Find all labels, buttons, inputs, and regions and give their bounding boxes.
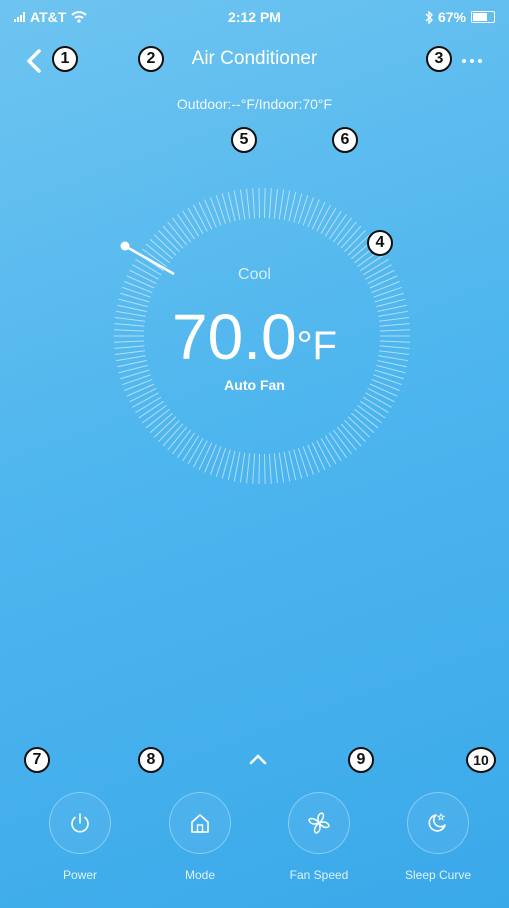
dial-tick: [209, 446, 222, 475]
sleep-curve-button[interactable]: [407, 792, 469, 854]
mode-button[interactable]: [169, 792, 231, 854]
fan-speed-control: Fan Speed: [274, 792, 364, 882]
dial-tick: [187, 207, 204, 235]
power-icon: [71, 813, 89, 833]
dial-tick: [263, 453, 266, 484]
mode-control: Mode: [155, 792, 245, 882]
dial-tick: [362, 396, 389, 414]
dial-tick: [283, 451, 291, 482]
dial-tick: [198, 442, 213, 471]
dial-tick: [135, 396, 162, 414]
annotation-badge: 6: [332, 127, 358, 153]
dial-tick: [278, 452, 285, 483]
battery-icon: [471, 11, 495, 23]
dial-tick: [288, 450, 297, 481]
dial-tick: [283, 190, 291, 221]
dial-tick: [307, 199, 320, 228]
dial-tick: [132, 392, 159, 408]
dial-tick: [204, 199, 217, 228]
temperature-value: 70.0: [172, 301, 297, 373]
dial-tick: [209, 197, 222, 226]
dial-tick: [320, 437, 337, 465]
power-control: Power: [35, 792, 125, 882]
dial-tick: [258, 453, 261, 484]
dial-tick: [252, 188, 256, 219]
sleep-curve-control: Sleep Curve: [393, 792, 483, 882]
dial-tick: [263, 188, 266, 219]
fan-mode-label: Auto Fan: [224, 377, 285, 393]
dial-tick: [302, 446, 315, 475]
dial-tick: [246, 188, 251, 219]
dial-tick: [252, 453, 256, 484]
dial-tick: [320, 207, 337, 235]
bluetooth-icon: [425, 10, 433, 24]
dial-knob[interactable]: [120, 241, 130, 251]
dial-tick: [122, 286, 151, 298]
fan-icon: [308, 812, 330, 834]
dial-tick: [273, 188, 278, 219]
mode-button-label: Mode: [184, 868, 216, 882]
dial-tick: [302, 197, 315, 226]
dial-tick: [268, 453, 272, 484]
dial-tick: [258, 188, 261, 219]
sleep-curve-label: Sleep Curve: [404, 868, 472, 882]
dial-tick: [316, 204, 332, 232]
fan-speed-button[interactable]: [288, 792, 350, 854]
outdoor-indoor-readout: Outdoor:--°F/Indoor:70°F: [176, 96, 333, 112]
moon-star-icon: [428, 812, 446, 832]
fan-speed-label: Fan Speed: [289, 868, 349, 882]
ac-control-screen: AT&T 2:12 PM 67% Air Conditioner Outdoor…: [0, 0, 509, 908]
battery-percent: 67%: [437, 9, 466, 25]
dial-tick: [182, 210, 200, 237]
temperature-unit: °F: [296, 324, 337, 368]
dial-tick: [278, 189, 285, 220]
dial-tick: [288, 191, 297, 222]
dial-tick: [182, 435, 200, 462]
dial-tick: [233, 451, 241, 482]
dial-tick: [273, 453, 278, 484]
dial-tick: [365, 392, 392, 408]
dial-tick: [246, 453, 251, 484]
dial-tick: [268, 188, 272, 219]
dial-tick: [324, 210, 342, 237]
home-icon: [191, 814, 209, 833]
annotation-badge: 4: [367, 230, 393, 256]
power-label: Power: [62, 868, 97, 882]
power-button[interactable]: [49, 792, 111, 854]
annotation-badge: 3: [426, 46, 452, 72]
dial-tick: [227, 191, 236, 222]
dial-tick: [192, 204, 208, 232]
status-right: 67%: [425, 9, 495, 25]
annotation-badge: 8: [138, 747, 164, 773]
dial-tick: [311, 201, 326, 230]
dial-tick: [233, 190, 241, 221]
dial-tick: [311, 442, 326, 471]
annotation-badge: 7: [24, 747, 50, 773]
annotation-badge: 10: [466, 747, 496, 773]
annotation-badge: 5: [231, 127, 257, 153]
dial-tick: [187, 437, 204, 465]
dial-tick: [192, 440, 208, 468]
annotation-badge: 9: [348, 747, 374, 773]
annotation-badge: 1: [52, 46, 78, 72]
status-bar: AT&T 2:12 PM 67%: [0, 0, 509, 36]
dial-tick: [239, 189, 246, 220]
chevron-up-icon[interactable]: [248, 752, 268, 766]
temperature-display: 70.0°F: [0, 300, 509, 374]
more-options-icon[interactable]: [453, 46, 491, 76]
dial-tick: [204, 444, 217, 473]
dial-tick: [324, 435, 342, 462]
dial-tick: [198, 201, 213, 230]
dial-tick: [373, 286, 402, 298]
mode-label: Cool: [238, 266, 271, 283]
dial-tick: [307, 444, 320, 473]
annotation-badge: 2: [138, 46, 164, 72]
dial-tick: [227, 450, 236, 481]
dial-tick: [316, 440, 332, 468]
dial-tick: [239, 452, 246, 483]
